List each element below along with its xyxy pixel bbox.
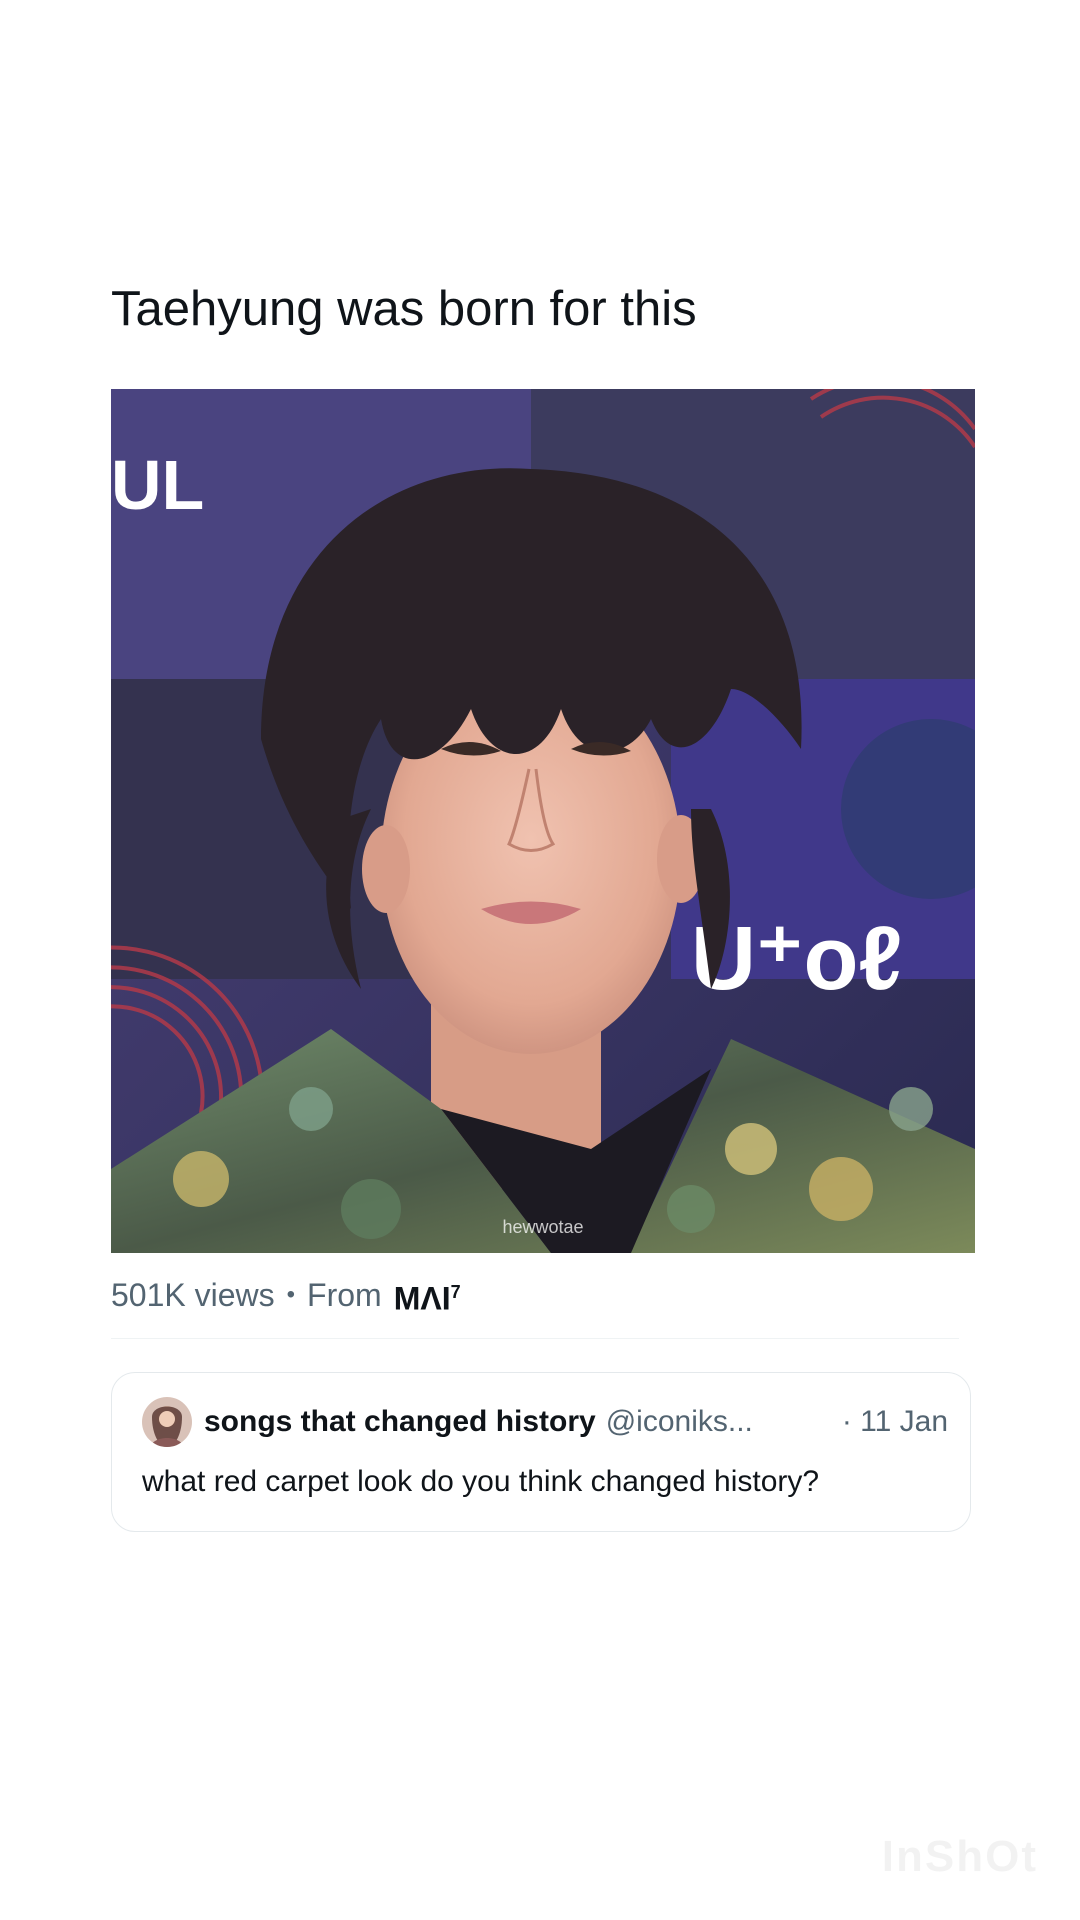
divider xyxy=(111,1338,959,1339)
from-account-link[interactable]: MΛI7 xyxy=(394,1268,461,1323)
tweet-media-image[interactable]: UL U⁺oℓ hewwotae xyxy=(111,389,975,1253)
from-name-sup: 7 xyxy=(450,1282,461,1302)
quoted-author-handle[interactable]: @iconiks... xyxy=(606,1398,753,1446)
from-label: From xyxy=(307,1277,382,1314)
media-watermark: hewwotae xyxy=(502,1217,583,1237)
backdrop-text-left: UL xyxy=(111,446,204,524)
tweet-meta: 501K views • From MΛI7 xyxy=(111,1268,461,1323)
quoted-tweet-card[interactable]: songs that changed history @iconiks... ·… xyxy=(111,1372,971,1532)
views-count: 501K views xyxy=(111,1277,275,1314)
meta-separator: • xyxy=(286,1281,296,1309)
portrait-photo: UL U⁺oℓ hewwotae xyxy=(111,389,975,1253)
tweet-text: Taehyung was born for this xyxy=(111,282,697,336)
from-name: MΛI xyxy=(393,1280,451,1317)
avatar[interactable] xyxy=(142,1397,192,1447)
quoted-tweet-text: what red carpet look do you think change… xyxy=(142,1465,820,1498)
quoted-tweet-header: songs that changed history @iconiks... ·… xyxy=(142,1397,948,1447)
corner-watermark: InShOt xyxy=(881,1832,1038,1881)
quoted-tweet-date: · 11 Jan xyxy=(841,1405,948,1438)
quoted-author-name[interactable]: songs that changed history xyxy=(204,1398,596,1446)
